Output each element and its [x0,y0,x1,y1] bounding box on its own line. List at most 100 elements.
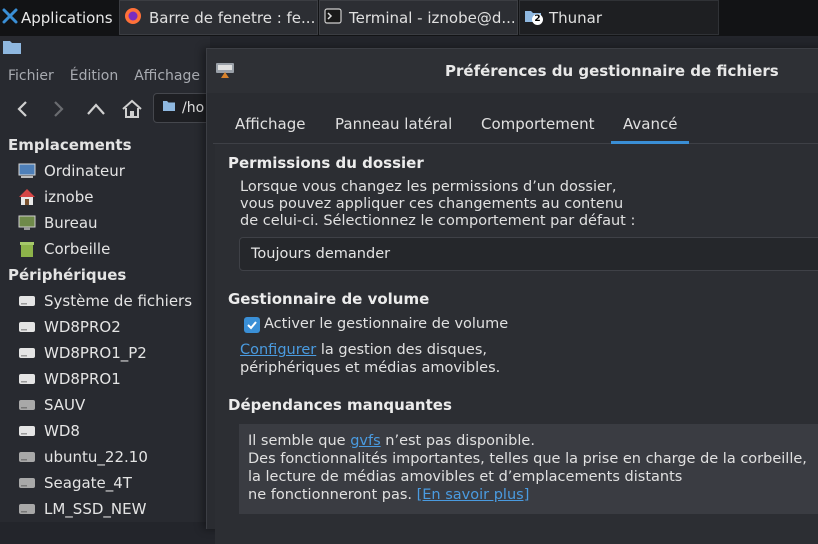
permissions-selected-value: Toujours demander [251,246,391,262]
permissions-description-line-3: de celui-ci. Sélectionnez le comportemen… [240,213,636,229]
advanced-tab-content: Permissions du dossier Lorsque vous chan… [215,144,818,544]
thunar-window: Fichier Édition Affichage /ho Emplacemen… [0,36,213,522]
gvfs-warning-line-1: Il semble que gvfs n’est pas disponible. [248,433,535,451]
menu-fichier[interactable]: Fichier [8,68,54,84]
configure-line-2: périphériques et médias amovibles. [240,360,501,376]
side-pane: Emplacements Ordinateur iznobe Bureau Co… [0,132,210,522]
sidebar-item-wd8pro1-p2[interactable]: WD8PRO1_P2 [0,340,210,366]
tab-comportement[interactable]: Comportement [481,105,594,143]
computer-icon [18,162,36,180]
gvfs-link[interactable]: gvfs [350,433,380,449]
menu-affichage[interactable]: Affichage [134,68,200,84]
home-icon [18,188,36,206]
volume-manager-checkbox[interactable] [244,317,260,333]
drive-icon [18,370,36,388]
up-icon[interactable] [84,97,108,121]
gvfs-warning-line-2: Des fonctionnalités importantes, telles … [248,451,807,467]
taskbar-title: Terminal - iznobe@d... [349,8,516,27]
missing-dependencies-heading: Dépendances manquantes [228,396,452,414]
tab-affichage[interactable]: Affichage [235,105,305,143]
gvfs-warning-line-4: ne fonctionneront pas. [En savoir plus] [248,487,529,505]
sidebar-item-ordinateur[interactable]: Ordinateur [0,158,210,184]
configure-link[interactable]: Configurer [240,342,316,358]
drive-icon [18,344,36,362]
checkmark-icon [247,321,257,330]
configure-line-1: Configurer la gestion des disques, [240,342,487,360]
menu-edition[interactable]: Édition [70,68,118,84]
terminal-icon [324,7,342,29]
location-entry[interactable]: /ho [153,93,213,123]
dialog-titlebar[interactable]: Préférences du gestionnaire de fichiers [207,49,818,93]
tab-bar: Affichage Panneau latéral Comportement A… [213,105,818,144]
permissions-behavior-select[interactable]: Toujours demander [239,237,818,271]
taskbar-item-thunar[interactable]: 2 Thunar [519,0,719,35]
folder-small-icon [162,100,176,116]
taskbar-title: Thunar [549,8,603,27]
desktop-icon [18,214,36,232]
sidebar-item-lm-ssd-new[interactable]: LM_SSD_NEW [0,496,210,522]
menubar: Fichier Édition Affichage [0,64,210,88]
drive-icon [18,318,36,336]
configure-line-1-text: la gestion des disques, [316,342,488,358]
drive-icon [18,396,36,414]
sidebar-item-wd8pro2[interactable]: WD8PRO2 [0,314,210,340]
sidebar-item-wd8pro1[interactable]: WD8PRO1 [0,366,210,392]
volume-manager-heading: Gestionnaire de volume [228,290,430,308]
forward-icon[interactable] [47,97,71,121]
window-count-badge: 2 [532,13,543,25]
sidebar-item-label: WD8PRO2 [44,318,121,336]
preferences-icon [215,61,235,85]
sidebar-item-bureau[interactable]: Bureau [0,210,210,236]
sidebar-item-iznobe[interactable]: iznobe [0,184,210,210]
taskbar-item-terminal[interactable]: Terminal - iznobe@d... [319,0,518,35]
top-panel: Applications Barre de fenetre : fe... Te… [0,0,818,36]
sidebar-item-label: iznobe [44,188,94,206]
sidebar-item-label: Seagate_4T [44,474,132,492]
permissions-heading: Permissions du dossier [228,154,424,172]
sidebar-item-ubuntu-22-10[interactable]: ubuntu_22.10 [0,444,210,470]
gvfs-warning-line-1-post: n’est pas disponible. [380,433,535,449]
sidebar-item-label: WD8 [44,422,80,440]
volume-manager-checkbox-label[interactable]: Activer le gestionnaire de volume [264,316,508,334]
drive-icon [18,292,36,310]
location-path: /ho [182,100,205,116]
back-icon[interactable] [10,97,34,121]
applications-menu[interactable]: Applications [2,0,113,36]
thunar-window-icon [2,39,22,59]
sidebar-item-wd8[interactable]: WD8 [0,418,210,444]
learn-more-link[interactable]: [En savoir plus] [417,487,530,503]
sidebar-item-label: Corbeille [44,240,111,258]
sidebar-item-label: Système de fichiers [44,292,193,310]
sidebar-item-label: Ordinateur [44,162,125,180]
preferences-dialog: Préférences du gestionnaire de fichiers … [206,48,818,544]
permissions-description-line-2: vous pouvez appliquer ces changements au… [240,196,624,212]
drive-icon [18,448,36,466]
trash-icon [18,240,36,258]
gvfs-warning-box: Il semble que gvfs n’est pas disponible.… [239,424,818,514]
xfce-logo-icon [2,8,18,28]
sidebar-item-corbeille[interactable]: Corbeille [0,236,210,262]
firefox-icon [124,7,142,29]
taskbar-title: Barre de fenetre : fe... [149,8,316,27]
sidebar-item-sauv[interactable]: SAUV [0,392,210,418]
tab-avance[interactable]: Avancé [610,105,690,144]
sidebar-item-label: WD8PRO1_P2 [44,344,147,362]
sidebar-item-seagate-4t[interactable]: Seagate_4T [0,470,210,496]
gvfs-warning-line-4-pre: ne fonctionneront pas. [248,487,417,503]
folder-icon: 2 [524,7,543,29]
sidebar-item-label: LM_SSD_NEW [44,500,147,518]
drive-icon [18,422,36,440]
devices-header: Périphériques [8,266,127,284]
tab-panneau-lateral[interactable]: Panneau latéral [335,105,452,143]
sidebar-item-label: SAUV [44,396,86,414]
home-nav-icon[interactable] [120,97,144,121]
gvfs-warning-line-3: la lecture de médias amovibles et d’empl… [248,469,683,485]
permissions-description-line-1: Lorsque vous changez les permissions d’u… [240,179,617,195]
gvfs-warning-line-1-pre: Il semble que [248,433,351,449]
dialog-title: Préférences du gestionnaire de fichiers [445,62,779,80]
sidebar-item-label: Bureau [44,214,98,232]
applications-label: Applications [21,9,113,27]
sidebar-item-label: WD8PRO1 [44,370,121,388]
taskbar-item-firefox[interactable]: Barre de fenetre : fe... [119,0,318,35]
sidebar-item-systeme-de-fichiers[interactable]: Système de fichiers [0,288,210,314]
